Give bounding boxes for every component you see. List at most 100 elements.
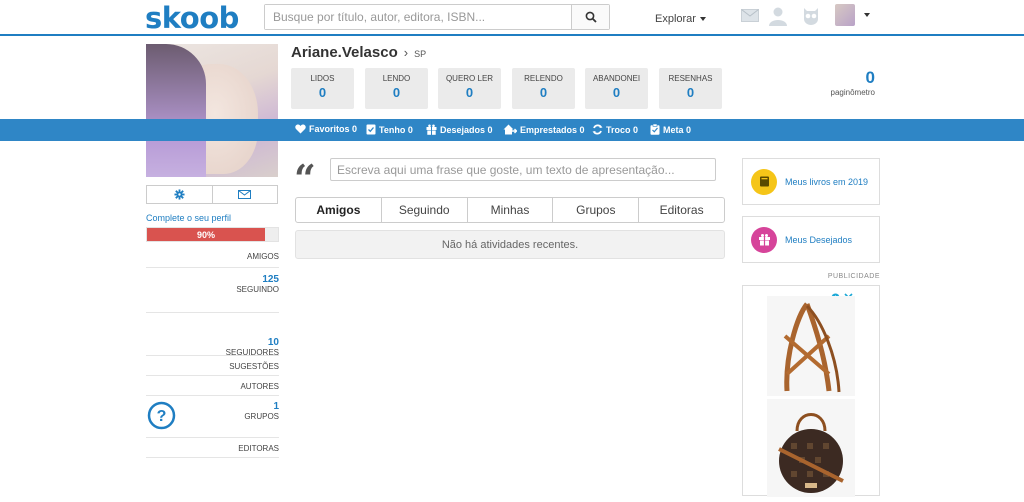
profile-location: SP: [414, 49, 427, 59]
user-avatar[interactable]: [835, 4, 855, 26]
ad-bag-image[interactable]: [767, 399, 855, 497]
profile-progress-bar[interactable]: 90%: [146, 227, 279, 242]
shelf-nav-bar: Favoritos 0 Tenho 0 Desejados 0 Empresta…: [0, 119, 1024, 141]
paginometer-value: 0: [865, 68, 875, 87]
chevron-down-icon[interactable]: [864, 13, 870, 17]
stat-grupos-label: GRUPOS: [244, 412, 279, 421]
heart-icon: [295, 124, 306, 134]
my-books-2019-card[interactable]: Meus livros em 2019: [742, 158, 880, 205]
shelf-relendo[interactable]: RELENDO 0: [512, 68, 575, 109]
ad-sandal-image[interactable]: [767, 296, 855, 396]
owl-icon[interactable]: [801, 6, 821, 26]
shelf-count: 0: [686, 85, 695, 100]
tab-editoras[interactable]: Editoras: [638, 198, 724, 222]
shelf-label: ABANDONEI: [592, 74, 641, 83]
stat-seguindo[interactable]: 125 SEGUINDO: [146, 268, 279, 313]
shelf-label: QUERO LER: [445, 74, 494, 83]
shelf-quero-ler[interactable]: QUERO LER 0: [438, 68, 501, 109]
bio-phrase-input[interactable]: [330, 158, 716, 181]
help-icon[interactable]: ?: [147, 401, 176, 430]
ad-banner[interactable]: i: [742, 285, 880, 497]
book-icon: [759, 176, 769, 187]
stat-amigos-label: AMIGOS: [246, 252, 279, 261]
nav-tenho-label: Tenho 0: [379, 124, 413, 135]
clipboard-icon: [650, 124, 660, 135]
nav-meta-label: Meta 0: [663, 124, 692, 135]
top-header: skoob Explorar: [0, 0, 1024, 36]
tab-amigos[interactable]: Amigos: [296, 198, 381, 222]
shelf-lendo[interactable]: LENDO 0: [365, 68, 428, 109]
stat-autores[interactable]: AUTORES: [146, 376, 279, 396]
nav-troco[interactable]: Troco 0: [592, 124, 638, 135]
shelf-count: 0: [539, 85, 548, 100]
shelf-count: 0: [392, 85, 401, 100]
explore-menu[interactable]: Explorar: [655, 13, 706, 25]
tab-grupos[interactable]: Grupos: [552, 198, 638, 222]
stat-seguindo-label: SEGUINDO: [236, 285, 279, 294]
envelope-icon: [238, 190, 252, 199]
shelf-label: LIDOS: [310, 74, 335, 83]
profile-stats-list: AMIGOS 125 SEGUINDO 10 SEGUIDORES SUGESTÕE…: [146, 248, 279, 458]
stat-editoras[interactable]: EDITORAS: [146, 438, 279, 458]
explore-label: Explorar: [655, 13, 696, 25]
nav-troco-label: Troco 0: [606, 124, 639, 135]
shelf-abandonei[interactable]: ABANDONEI 0: [585, 68, 648, 109]
nav-tenho[interactable]: Tenho 0: [366, 124, 413, 135]
tab-minhas[interactable]: Minhas: [466, 198, 553, 222]
nav-desejados[interactable]: Desejados 0: [426, 124, 493, 135]
bag-illustration: [778, 413, 844, 493]
mail-icon[interactable]: [741, 9, 759, 22]
shelf-label: LENDO: [382, 74, 411, 83]
sandal-illustration: [783, 302, 841, 393]
nav-emprestados[interactable]: Emprestados 0: [503, 124, 585, 135]
stat-sugestoes[interactable]: SUGESTÕES: [146, 356, 279, 376]
stat-seguindo-count: 125: [262, 274, 279, 285]
search-input[interactable]: [265, 5, 571, 29]
shelf-count: 0: [612, 85, 621, 100]
nav-favoritos-label: Favoritos 0: [309, 124, 358, 134]
exchange-icon: [592, 124, 603, 135]
stat-sugestoes-label: SUGESTÕES: [229, 362, 279, 371]
gear-icon: [174, 189, 185, 200]
tab-seguindo[interactable]: Seguindo: [380, 198, 467, 222]
stat-autores-label: AUTORES: [240, 382, 279, 391]
wishes-circle: [751, 226, 777, 253]
paginometer-label: paginômetro: [830, 88, 875, 97]
activity-tabs: Amigos Seguindo Minhas Grupos Editoras: [295, 197, 725, 223]
shelf-lidos[interactable]: LIDOS 0: [291, 68, 354, 109]
advertising-label: PUBLICIDADE: [827, 273, 880, 280]
chevron-down-icon: [699, 17, 706, 22]
profile-progress-fill: 90%: [147, 228, 265, 241]
shelf-label: RELENDO: [524, 74, 563, 83]
profile-username[interactable]: Ariane.Velasco: [291, 44, 398, 61]
user-icon[interactable]: [768, 6, 788, 26]
nav-emprestados-label: Emprestados 0: [520, 124, 585, 135]
skoob-logo[interactable]: skoob: [145, 1, 239, 35]
books-circle: [751, 168, 777, 195]
stat-amigos[interactable]: AMIGOS: [146, 248, 279, 268]
my-wishes-card[interactable]: Meus Desejados: [742, 216, 880, 263]
gift-icon: [426, 124, 437, 135]
stat-grupos[interactable]: ? 1 GRUPOS: [146, 396, 279, 438]
profile-progress-label: 90%: [196, 229, 215, 240]
book-check-icon: [366, 124, 376, 135]
stat-seguidores-count: 10: [267, 337, 279, 348]
profile-name: Ariane.Velasco › SP: [291, 44, 426, 61]
quote-icon: “: [294, 156, 316, 201]
stat-seguidores[interactable]: 10 SEGUIDORES: [146, 313, 279, 357]
paginometer[interactable]: 0 paginômetro: [825, 68, 875, 97]
house-arrow-icon: [503, 124, 517, 135]
shelf-count: 0: [318, 85, 327, 100]
search-box: [264, 4, 610, 30]
message-button[interactable]: [211, 186, 278, 203]
empty-activity-message: Não há atividades recentes.: [295, 230, 725, 259]
shelf-label: RESENHAS: [668, 74, 713, 83]
shelf-resenhas[interactable]: RESENHAS 0: [659, 68, 722, 109]
complete-profile-link[interactable]: Complete o seu perfil: [146, 213, 231, 223]
nav-meta[interactable]: Meta 0: [650, 124, 691, 135]
stat-editoras-label: EDITORAS: [238, 444, 279, 453]
my-books-2019-label: Meus livros em 2019: [785, 176, 869, 187]
search-button[interactable]: [571, 5, 609, 29]
nav-favoritos[interactable]: Favoritos 0: [295, 124, 357, 134]
settings-button[interactable]: [147, 186, 212, 203]
